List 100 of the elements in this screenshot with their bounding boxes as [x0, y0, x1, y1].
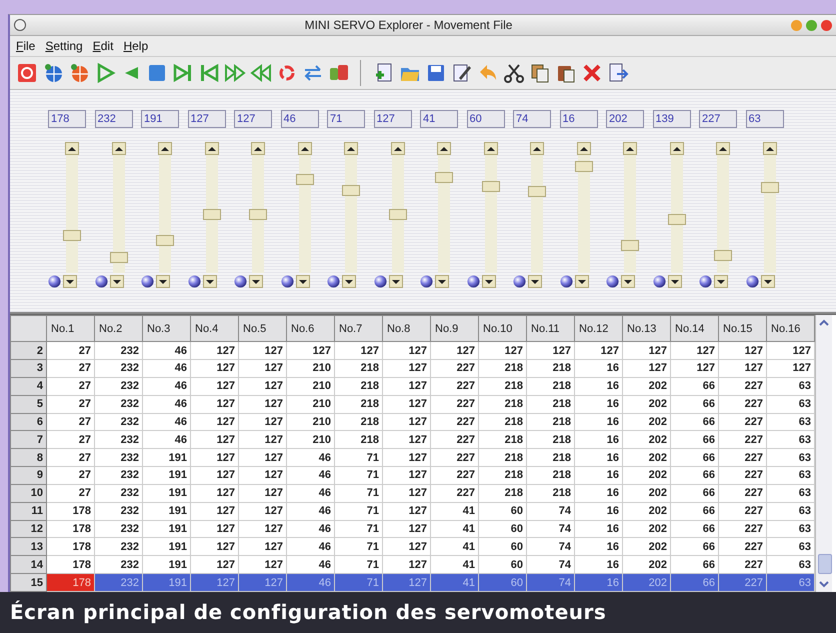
table-cell[interactable]: 41: [430, 538, 478, 556]
table-cell[interactable]: 210: [286, 377, 334, 396]
fast-forward-icon[interactable]: [224, 62, 246, 84]
row-header[interactable]: 2: [10, 342, 46, 360]
up-arrow-button[interactable]: [390, 142, 404, 155]
table-cell[interactable]: 218: [526, 360, 574, 378]
table-cell[interactable]: 71: [334, 520, 382, 538]
table-cell[interactable]: 218: [526, 466, 574, 484]
table-cell[interactable]: 127: [190, 342, 238, 360]
row-header[interactable]: 9: [10, 466, 46, 484]
column-header[interactable]: No.6: [286, 316, 334, 342]
table-cell[interactable]: 218: [334, 430, 382, 449]
up-arrow-button[interactable]: [251, 142, 265, 155]
table-cell[interactable]: 127: [382, 377, 430, 396]
table-cell[interactable]: 71: [334, 448, 382, 467]
row-header[interactable]: 11: [10, 502, 46, 520]
down-arrow-button[interactable]: [574, 275, 588, 288]
table-cell[interactable]: 227: [430, 484, 478, 502]
table-cell[interactable]: 227: [430, 395, 478, 414]
table-cell[interactable]: 66: [670, 538, 718, 556]
table-cell[interactable]: 16: [574, 448, 622, 467]
record-icon[interactable]: [16, 62, 38, 84]
table-cell[interactable]: 127: [382, 430, 430, 449]
table-cell[interactable]: 218: [478, 430, 526, 449]
table-cell[interactable]: 191: [142, 520, 190, 538]
table-cell[interactable]: 227: [718, 448, 766, 467]
sphere-icon[interactable]: [141, 275, 154, 288]
table-cell[interactable]: 218: [478, 466, 526, 484]
table-cell[interactable]: 218: [526, 430, 574, 449]
table-cell[interactable]: 232: [94, 377, 142, 396]
table-cell[interactable]: 66: [670, 502, 718, 520]
table-cell[interactable]: 210: [286, 395, 334, 414]
row-header[interactable]: 12: [10, 520, 46, 538]
menu-item[interactable]: Edit: [92, 39, 114, 53]
table-cell[interactable]: 210: [286, 360, 334, 378]
table-cell[interactable]: 60: [478, 502, 526, 520]
scrollbar[interactable]: [815, 315, 832, 592]
slider-thumb[interactable]: [435, 172, 453, 184]
value-field[interactable]: 139: [652, 110, 690, 128]
table-cell[interactable]: 127: [190, 520, 238, 538]
table-cell[interactable]: 66: [670, 484, 718, 502]
sphere-icon[interactable]: [280, 275, 294, 288]
table-cell[interactable]: 16: [574, 484, 622, 502]
sphere-icon[interactable]: [606, 275, 619, 288]
table-cell[interactable]: 218: [334, 395, 382, 414]
row-header[interactable]: 3: [10, 360, 46, 378]
slider-thumb[interactable]: [668, 214, 686, 225]
table-cell[interactable]: 202: [622, 395, 670, 414]
sphere-icon[interactable]: [374, 275, 386, 288]
value-field[interactable]: 16: [560, 110, 598, 128]
table-cell[interactable]: 127: [190, 377, 238, 396]
table-cell[interactable]: 127: [382, 448, 430, 467]
table-cell[interactable]: 127: [382, 538, 430, 556]
globe-icon[interactable]: [68, 62, 90, 84]
slider-thumb[interactable]: [249, 208, 267, 220]
table-cell[interactable]: 218: [526, 395, 574, 414]
table-cell[interactable]: 127: [190, 413, 238, 431]
table-cell[interactable]: 127: [382, 342, 430, 360]
down-arrow-button[interactable]: [63, 275, 77, 288]
table-cell[interactable]: 202: [622, 520, 670, 538]
column-header[interactable]: No.12: [574, 316, 622, 342]
table-cell[interactable]: 127: [238, 466, 286, 484]
table-cell[interactable]: 218: [526, 448, 574, 467]
table-cell[interactable]: 232: [94, 466, 142, 484]
menu-item[interactable]: Setting: [45, 39, 83, 53]
table-cell[interactable]: 127: [526, 342, 574, 360]
table-cell[interactable]: 227: [430, 360, 478, 378]
table-cell[interactable]: 127: [190, 538, 238, 556]
table-cell[interactable]: 127: [238, 538, 286, 556]
slider-thumb[interactable]: [296, 174, 314, 186]
table-cell[interactable]: 127: [382, 395, 430, 414]
slider-thumb[interactable]: [202, 208, 220, 220]
table-cell[interactable]: 71: [334, 484, 382, 502]
table-cell[interactable]: 191: [142, 502, 190, 520]
stop-icon[interactable]: [146, 62, 168, 84]
table-cell[interactable]: 232: [94, 448, 142, 467]
sphere-icon[interactable]: [466, 275, 480, 288]
table-cell[interactable]: 127: [190, 360, 238, 378]
table-cell[interactable]: 202: [622, 538, 670, 556]
table-cell[interactable]: 127: [334, 342, 382, 360]
rewind-icon[interactable]: [250, 62, 272, 84]
up-arrow-button[interactable]: [623, 142, 637, 155]
column-header[interactable]: No.8: [382, 316, 430, 342]
table-cell[interactable]: 66: [670, 448, 718, 467]
row-header[interactable]: 7: [10, 430, 46, 449]
table-cell[interactable]: 46: [286, 448, 334, 467]
table-cell[interactable]: 202: [622, 413, 670, 431]
table-cell[interactable]: 127: [478, 342, 526, 360]
column-header[interactable]: No.16: [766, 316, 814, 342]
table-cell[interactable]: 127: [286, 342, 334, 360]
table-cell[interactable]: 16: [574, 466, 622, 484]
table-cell[interactable]: 202: [622, 448, 670, 467]
value-field[interactable]: 127: [234, 110, 272, 128]
export-icon[interactable]: [607, 62, 629, 84]
cut-icon[interactable]: [503, 62, 525, 84]
down-arrow-button[interactable]: [110, 275, 124, 288]
window-menu-icon[interactable]: [14, 19, 26, 31]
table-cell[interactable]: 191: [142, 466, 190, 484]
table-cell[interactable]: 127: [238, 377, 286, 396]
row-header[interactable]: 15: [10, 574, 46, 592]
